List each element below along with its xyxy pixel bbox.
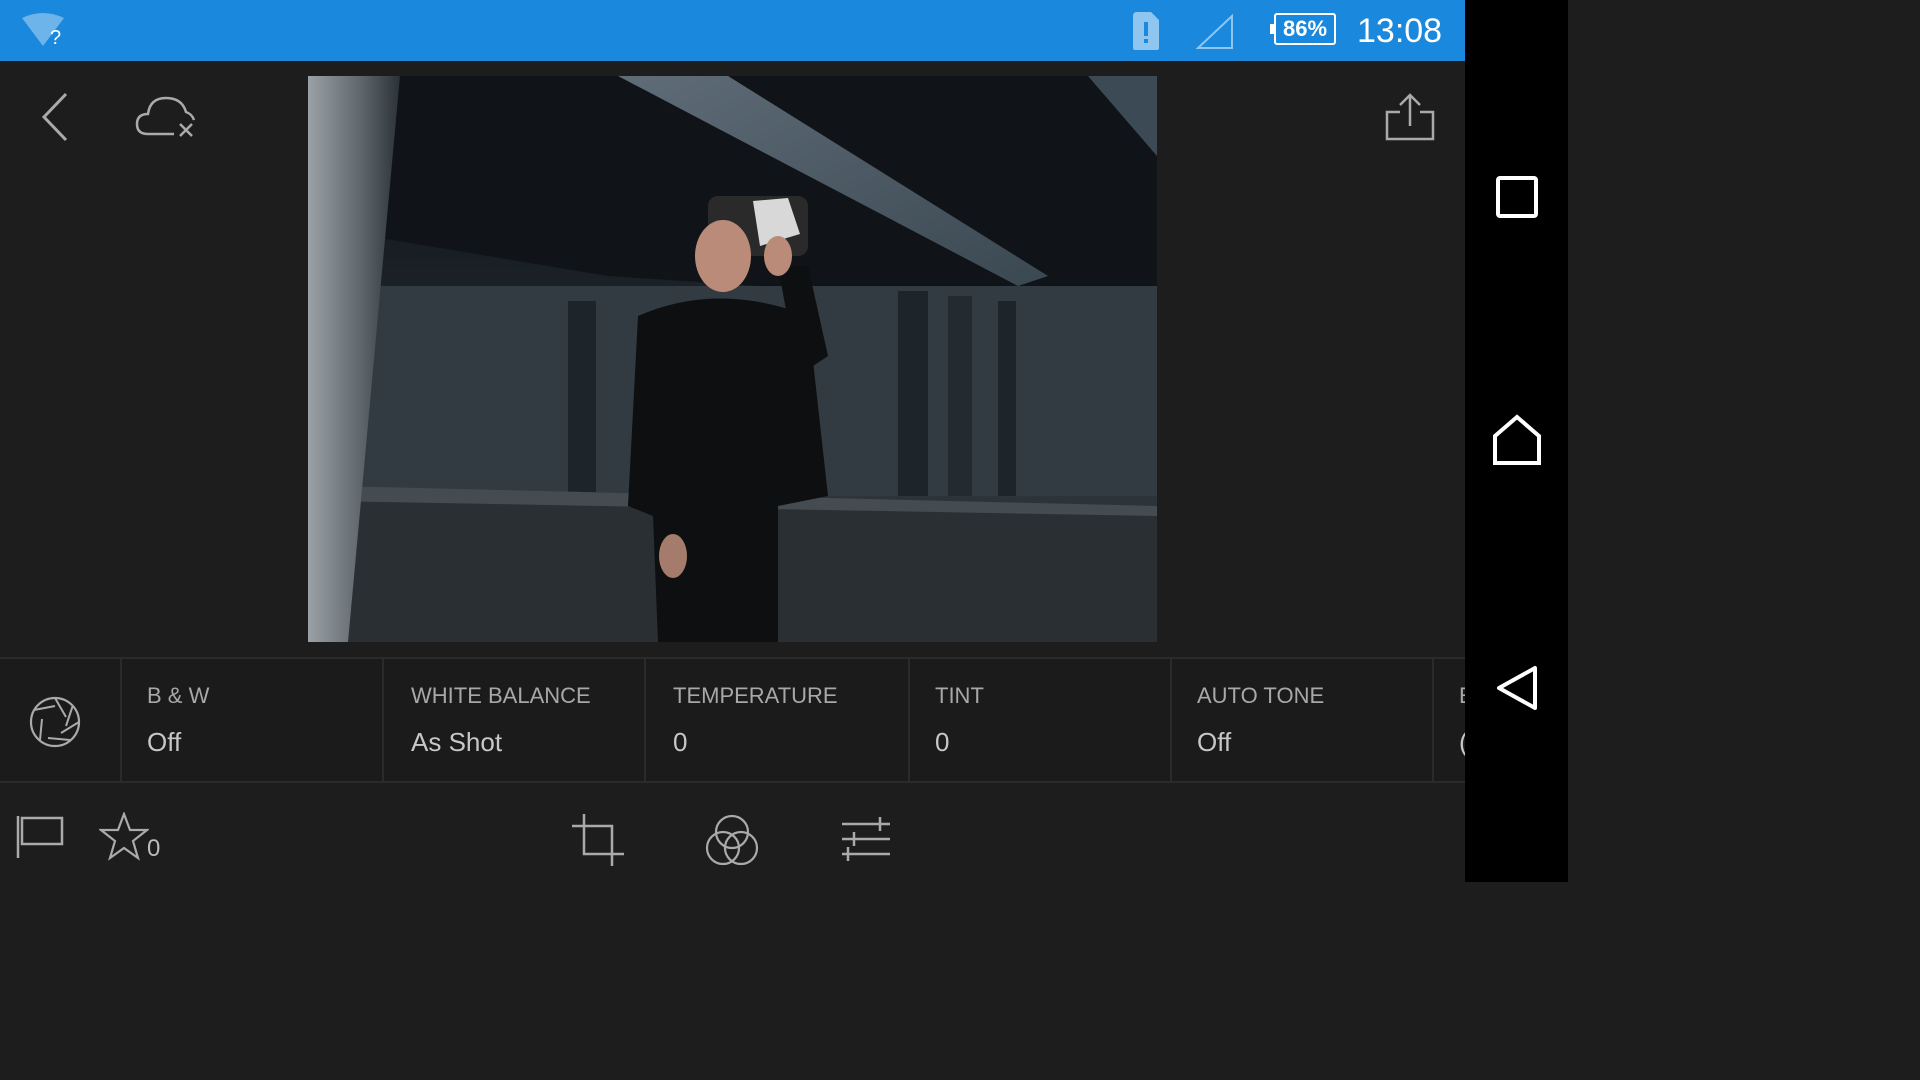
preset-cell[interactable]	[0, 659, 122, 781]
param-value: As Shot	[411, 727, 503, 757]
param-white-balance[interactable]: WHITE BALANCE As Shot	[386, 659, 646, 781]
signal-icon	[1195, 13, 1234, 55]
wifi-badge: ?	[50, 27, 61, 48]
recent-apps-icon[interactable]	[1496, 176, 1538, 218]
system-nav-bar	[1465, 0, 1568, 882]
param-value: Off	[1197, 727, 1232, 757]
home-icon[interactable]	[1492, 414, 1542, 466]
aperture-icon[interactable]	[28, 695, 82, 749]
flag-icon[interactable]	[16, 814, 66, 860]
cloud-offline-icon[interactable]	[134, 92, 200, 142]
clock: 13:08	[1357, 12, 1443, 50]
param-tint[interactable]: TINT 0	[910, 659, 1172, 781]
param-next-partial[interactable]: E (	[1436, 659, 1465, 781]
adjustment-panel: B & W Off WHITE BALANCE As Shot TEMPERAT…	[0, 657, 1465, 783]
param-label: AUTO TONE	[1197, 683, 1325, 708]
param-label: TINT	[935, 683, 984, 708]
param-value: 0	[935, 727, 950, 757]
crop-icon[interactable]	[570, 812, 626, 868]
star-icon[interactable]	[99, 812, 149, 862]
param-value: 0	[673, 727, 688, 757]
param-label: B & W	[147, 683, 210, 708]
photo-preview[interactable]	[308, 76, 1157, 642]
battery-indicator: 86%	[1270, 13, 1336, 45]
sliders-icon[interactable]	[840, 814, 892, 864]
back-nav-icon[interactable]	[1495, 664, 1539, 712]
param-label: WHITE BALANCE	[411, 683, 591, 708]
param-bw[interactable]: B & W Off	[122, 659, 384, 781]
star-rating-count: 0	[147, 835, 161, 862]
circles-icon[interactable]	[704, 812, 760, 868]
param-auto-tone[interactable]: AUTO TONE Off	[1172, 659, 1434, 781]
back-arrow-icon[interactable]	[38, 92, 72, 142]
notification-icon	[1131, 10, 1161, 57]
photo-image	[308, 76, 1157, 642]
param-temperature[interactable]: TEMPERATURE 0	[648, 659, 910, 781]
param-label: TEMPERATURE	[673, 683, 838, 708]
share-icon[interactable]	[1384, 92, 1436, 142]
param-value: Off	[147, 727, 182, 757]
wifi-icon: ?	[22, 12, 66, 53]
status-bar: ? 86% 13:08	[0, 0, 1465, 61]
